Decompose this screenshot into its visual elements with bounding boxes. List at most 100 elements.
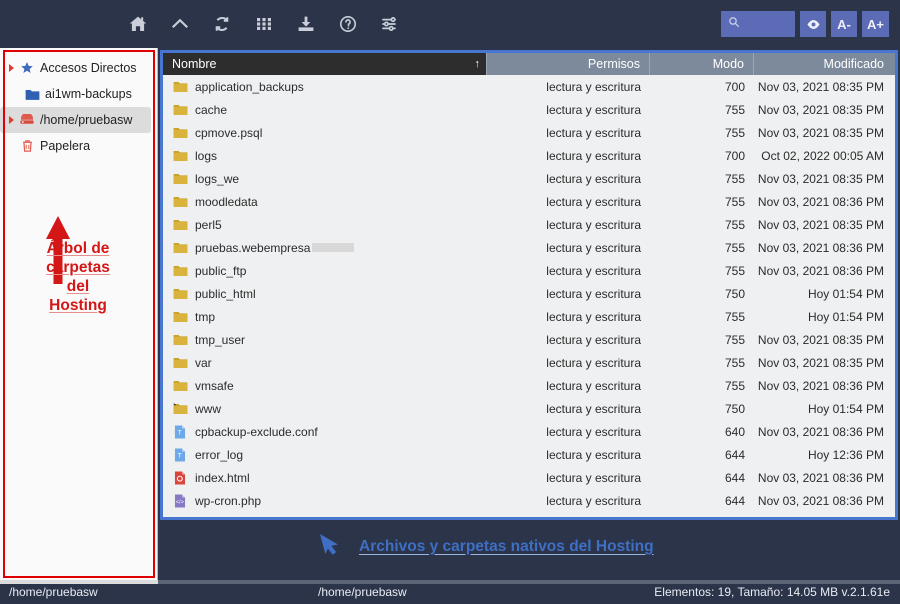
column-header-modo[interactable]: Modo <box>650 53 754 75</box>
cell-nombre[interactable]: www <box>163 402 487 416</box>
column-header-modificado[interactable]: Modificado <box>754 53 895 75</box>
grid-icon[interactable] <box>252 12 276 36</box>
home-icon[interactable] <box>126 12 150 36</box>
arrow-up-icon[interactable] <box>168 12 192 36</box>
cell-nombre[interactable]: cpmove.psql <box>163 126 487 140</box>
cell-permisos: lectura y escritura <box>546 401 641 416</box>
annotation-line: del <box>66 277 90 295</box>
cell-nombre[interactable]: Terror_log <box>163 448 487 462</box>
annotation-line: Árbol de <box>46 240 110 257</box>
table-row[interactable]: vmsafe lectura y escritura 755 Nov 03, 2021… <box>163 374 895 397</box>
settings-sliders-icon[interactable] <box>378 12 402 36</box>
status-divider <box>0 580 900 584</box>
file-name-label: vmsafe <box>195 378 234 393</box>
search-input[interactable] <box>721 11 796 37</box>
cell-permisos: lectura y escritura <box>546 493 641 508</box>
expander-icon[interactable] <box>6 64 17 72</box>
table-row[interactable]: logs lectura y escritura 700 Oct 02, 2022 0… <box>163 144 895 167</box>
search-icon <box>728 15 740 33</box>
column-header-nombre[interactable]: Nombre ↑ <box>163 53 487 75</box>
table-row[interactable]: pruebas.webempresa lectura y escritura 755… <box>163 236 895 259</box>
text-file-icon: T <box>169 448 191 462</box>
star-icon <box>17 61 37 75</box>
cell-nombre[interactable]: application_backups <box>163 80 487 94</box>
table-row[interactable]: public_html lectura y escritura 750 Hoy 01:… <box>163 282 895 305</box>
cell-nombre[interactable]: cache <box>163 103 487 117</box>
table-row[interactable]: index.html lectura y escritura 644 Nov 03, … <box>163 466 895 489</box>
cell-modificado: Nov 03, 2021 08:36 PM <box>757 470 884 485</box>
cell-nombre[interactable]: </> wp-cron.php <box>163 494 487 508</box>
cell-modo: 755 <box>724 194 745 209</box>
table-row[interactable]: cache lectura y escritura 755 Nov 03, 2021 … <box>163 98 895 121</box>
cell-modo: 755 <box>724 217 745 232</box>
cell-permisos: lectura y escritura <box>546 102 641 117</box>
table-row[interactable]: www lectura y escritura 750 Hoy 01:54 PM <box>163 397 895 420</box>
font-increase-button[interactable]: A+ <box>862 11 889 37</box>
file-name-label: pruebas.webempresa <box>195 241 355 255</box>
cell-nombre[interactable]: tmp <box>163 310 487 324</box>
cell-nombre[interactable]: vmsafe <box>163 379 487 393</box>
cell-modo: 644 <box>724 470 745 485</box>
cell-permisos: lectura y escritura <box>546 309 641 324</box>
download-icon[interactable] <box>294 12 318 36</box>
cell-nombre[interactable]: index.html <box>163 471 487 485</box>
cell-permisos: lectura y escritura <box>546 240 641 255</box>
folder-icon <box>169 80 191 93</box>
folder-icon <box>169 310 191 323</box>
cell-nombre[interactable]: Tcpbackup-exclude.conf <box>163 425 487 439</box>
svg-text:</>: </> <box>176 499 184 505</box>
expander-icon[interactable] <box>6 116 17 124</box>
sidebar-item-home-pruebasw[interactable]: /home/pruebasw <box>0 107 151 133</box>
sidebar-item-papelera[interactable]: Papelera <box>0 133 157 159</box>
column-header-permisos[interactable]: Permisos <box>487 53 650 75</box>
table-row[interactable]: tmp_user lectura y escritura 755 Nov 03, 20… <box>163 328 895 351</box>
folder-link-icon <box>169 402 191 415</box>
folder-icon <box>169 149 191 162</box>
table-row[interactable]: tmp lectura y escritura 755 Hoy 01:54 PM <box>163 305 895 328</box>
cell-nombre[interactable]: moodledata <box>163 195 487 209</box>
eye-toggle-button[interactable] <box>800 11 827 37</box>
cell-nombre[interactable]: logs <box>163 149 487 163</box>
cell-nombre[interactable]: public_ftp <box>163 264 487 278</box>
cell-permisos: lectura y escritura <box>546 79 641 94</box>
file-name-label: error_log <box>195 447 244 462</box>
table-row[interactable]: var lectura y escritura 755 Nov 03, 2021 08… <box>163 351 895 374</box>
file-list-panel: Nombre ↑ Permisos Modo Modificado applic… <box>160 50 898 520</box>
status-path-center: /home/pruebasw <box>318 585 407 599</box>
cell-nombre[interactable]: var <box>163 356 487 370</box>
sidebar-item-ai1wm-backups[interactable]: ai1wm-backups <box>0 81 157 107</box>
help-icon[interactable] <box>336 12 360 36</box>
status-bar: /home/pruebasw /home/pruebasw Elementos:… <box>0 580 900 604</box>
table-row[interactable]: perl5 lectura y escritura 755 Nov 03, 2021 … <box>163 213 895 236</box>
cell-modificado: Hoy 01:54 PM <box>807 286 884 301</box>
cell-permisos: lectura y escritura <box>546 286 641 301</box>
toolbar-icon-group <box>126 12 402 36</box>
font-decrease-button[interactable]: A- <box>831 11 858 37</box>
table-row[interactable]: moodledata lectura y escritura 755 Nov 03, … <box>163 190 895 213</box>
cell-modificado: Hoy 01:54 PM <box>807 309 884 324</box>
cell-nombre[interactable]: logs_we <box>163 172 487 186</box>
table-row[interactable]: </> wp-cron.php lectura y escritura 644 Nov … <box>163 489 895 512</box>
cell-modificado: Hoy 01:54 PM <box>807 401 884 416</box>
table-row[interactable]: Tcpbackup-exclude.conf lectura y escritur… <box>163 420 895 443</box>
refresh-icon[interactable] <box>210 12 234 36</box>
table-row[interactable]: application_backups lectura y escritura 70… <box>163 75 895 98</box>
sidebar-item-accesos-directos[interactable]: Accesos Directos <box>0 55 157 81</box>
sidebar-item-label: Accesos Directos <box>40 61 137 75</box>
table-row[interactable]: logs_we lectura y escritura 755 Nov 03, 202… <box>163 167 895 190</box>
file-name-label: application_backups <box>195 79 304 94</box>
cell-nombre[interactable]: tmp_user <box>163 333 487 347</box>
cell-nombre[interactable]: perl5 <box>163 218 487 232</box>
cell-modo: 644 <box>724 493 745 508</box>
file-pane-annotation-arrow <box>318 531 350 562</box>
table-row[interactable]: public_ftp lectura y escritura 755 Nov 03, … <box>163 259 895 282</box>
file-name-label: perl5 <box>195 217 222 232</box>
cell-nombre[interactable]: public_html <box>163 287 487 301</box>
table-row[interactable]: Terror_log lectura y escritura 644 Hoy 12:3… <box>163 443 895 466</box>
annotation-line: Hosting <box>49 296 107 314</box>
table-row[interactable]: cpmove.psql lectura y escritura 755 Nov 03,… <box>163 121 895 144</box>
cell-modificado: Nov 03, 2021 08:35 PM <box>757 355 884 370</box>
folder-icon <box>169 103 191 116</box>
cell-permisos: lectura y escritura <box>546 355 641 370</box>
cell-nombre[interactable]: pruebas.webempresa <box>163 241 487 255</box>
